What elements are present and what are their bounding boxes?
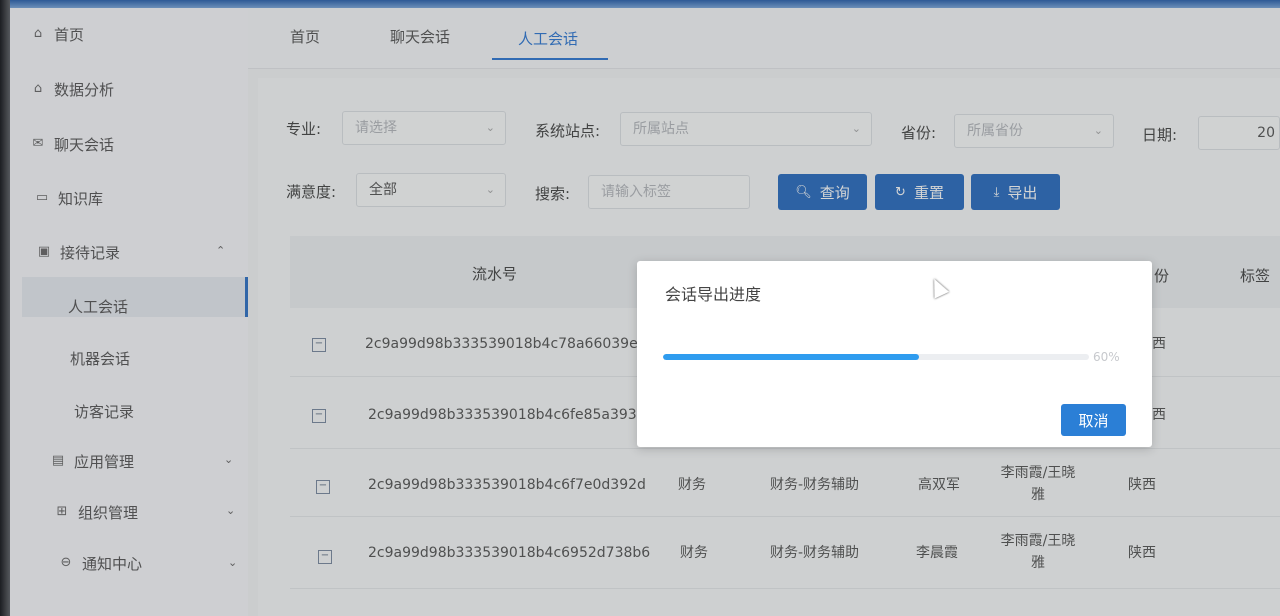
progress-percent: 60%: [1093, 350, 1120, 364]
window-top-edge: [0, 0, 1280, 8]
screen-left-edge: [0, 0, 10, 616]
sidebar-overlay: [10, 8, 248, 616]
cancel-button-label: 取消: [1078, 411, 1109, 430]
screen: ⌂ 首页 ⌂ 数据分析 ✉ 聊天会话 ▭ 知识库 ▣ 接待记录 ⌃ 人工会话 机…: [0, 0, 1280, 616]
export-progress-fill: [663, 354, 919, 360]
export-progress-dialog: 会话导出进度 60% 取消: [637, 261, 1152, 447]
cancel-button[interactable]: 取消: [1061, 404, 1126, 436]
export-progress-bar: [663, 354, 1089, 360]
dialog-title: 会话导出进度: [665, 285, 762, 304]
